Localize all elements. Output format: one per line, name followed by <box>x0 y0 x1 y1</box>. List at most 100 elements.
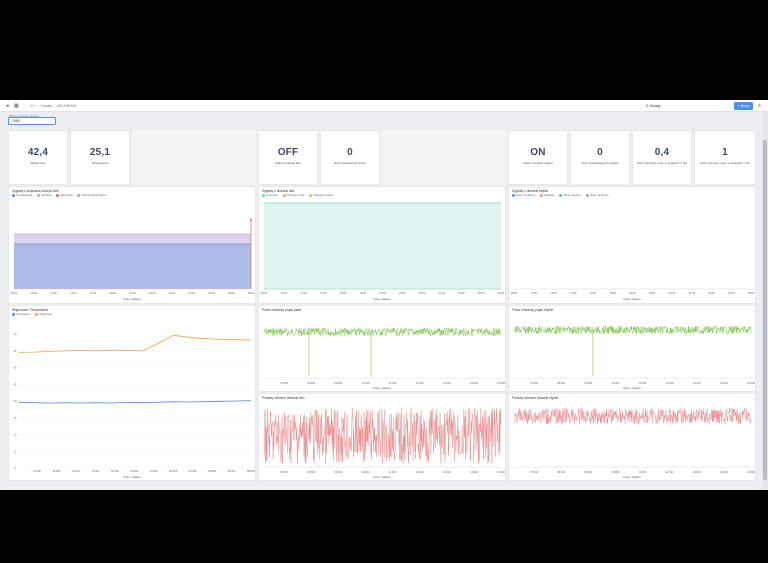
x-tick-label: 07:000 <box>530 381 538 385</box>
y-tick-label: 15 <box>14 416 17 420</box>
stat-humidity: 42,4 Wilgotność <box>8 130 68 185</box>
breadcrumb[interactable]: /// / ... / Zapisy ... ARCHIWUM <box>30 103 76 109</box>
x-tick-label: 15:000 <box>747 470 755 474</box>
x-tick-label: 04:00 <box>458 291 465 295</box>
x-tick-label: 13:000 <box>443 381 451 385</box>
stat-temperature: 25,1 Temperatura <box>70 130 130 185</box>
stat-label: Status drukarki etykiet <box>523 161 553 165</box>
x-tick-label: 08:000 <box>307 470 315 474</box>
x-tick-label: 14:00 <box>70 291 77 295</box>
x-tick-label: 14:000 <box>470 470 478 474</box>
series-line <box>263 327 502 337</box>
y-tick-label: 10 <box>14 433 17 437</box>
x-tick-label: 09:000 <box>334 470 342 474</box>
x-axis-title: Czas, zadaru <box>373 386 391 390</box>
x-tick-label: 02:00 <box>689 291 696 295</box>
x-axis-title: Czas, zadaru <box>623 475 641 479</box>
x-tick-label: 14:000 <box>720 381 728 385</box>
x-tick-label: 16:00 <box>90 291 97 295</box>
y-tick-label: 25 <box>14 382 17 386</box>
x-tick-label: 20:00 <box>129 291 136 295</box>
panel-humidity-temperature: Wilgotność i Temperatura Temperatura Wil… <box>8 305 256 481</box>
x-tick-label: 22:000 <box>150 469 158 473</box>
stat-label: Temperatura <box>91 161 109 165</box>
x-tick-label: 11:000 <box>639 381 647 385</box>
x-tick-label: 16:00 <box>340 291 347 295</box>
stat-value: OFF <box>277 147 299 158</box>
scrollbar-thumb[interactable] <box>763 140 767 480</box>
marker-point <box>250 219 252 221</box>
stat-value: 0,4 <box>654 147 670 158</box>
x-tick-label: 09:000 <box>584 470 592 474</box>
x-tick-label: 04:00 <box>708 291 715 295</box>
chart-ink-collisions: 07:000 08:000 09:000 10:000 11:000 12:000 13:0… <box>263 408 506 474</box>
y-tick-label: 40 <box>14 332 17 336</box>
x-tick-label: 06:00 <box>478 291 485 295</box>
stat-label: Ilość pobranej masy w ostatnich 7 dni <box>700 161 750 165</box>
x-tick-label: 14:000 <box>470 381 478 385</box>
dashboard-grid-icon[interactable]: ▦ <box>14 103 19 109</box>
y-tick-label: 20 <box>14 399 17 403</box>
x-tick-label: 15:000 <box>497 381 505 385</box>
x-tick-label: 14:00 <box>570 291 577 295</box>
x-tick-label: 14:000 <box>720 470 728 474</box>
area-kontrolowanie <box>14 244 251 289</box>
chart-humidity-temperature: 40 35 30 25 20 15 10 5 0 10:000 12:000 14:000 16:000… <box>14 332 256 473</box>
x-tick-label: 04:000 <box>208 469 216 473</box>
back-icon[interactable]: ◂ <box>6 103 9 109</box>
search-input[interactable]: ⚲ Szukaj... <box>646 102 726 110</box>
x-tick-label: 06:00 <box>728 291 735 295</box>
x-tick-label: 08:00 <box>498 291 505 295</box>
x-tick-label: 10:00 <box>531 291 538 295</box>
menu-icon[interactable]: ≡ <box>758 103 761 109</box>
stat-label: Status drukarki farb <box>274 161 301 165</box>
x-tick-label: 07:000 <box>530 470 538 474</box>
x-tick-label: 15:000 <box>497 470 505 474</box>
dashboard: ◂ ▦ /// / ... / Zapisy ... ARCHIWUM ⚲ Sz… <box>0 100 768 490</box>
x-tick-label: 08:000 <box>557 470 565 474</box>
x-axis-title: Czas, zadaru <box>623 386 641 390</box>
panel-ink-collisions: Pomiary zderzeń drukarki farb 07:000 08:0… <box>258 393 506 481</box>
x-tick-label: 10:00 <box>281 291 288 295</box>
chart-label-collisions: 07:000 08:000 09:000 10:000 11:000 12:000 13:0… <box>513 407 756 474</box>
empty-area <box>382 130 506 185</box>
x-tick-label: 22:00 <box>649 291 656 295</box>
stat-mass-week-a: 0,4 Ilość pobranej masy w ostatnich 7 dn… <box>632 130 692 185</box>
x-tick-label: 14:00 <box>320 291 327 295</box>
y-tick-label: 5 <box>14 449 16 453</box>
x-tick-label: 18:000 <box>111 469 119 473</box>
x-tick-label: 10:00 <box>31 291 38 295</box>
x-axis-title: Czas, zadaru <box>123 297 141 301</box>
x-tick-label: 16:000 <box>91 469 99 473</box>
x-tick-label: 15:000 <box>747 381 755 385</box>
x-tick-label: 11:000 <box>389 381 397 385</box>
x-tick-label: 18:00 <box>360 291 367 295</box>
stat-value: 0 <box>347 147 353 158</box>
chart-label-printer-signals: 08:00 10:00 12:00 14:00 16:00 18:00 20:00 22:00… <box>511 288 755 295</box>
chart-ink-sensor-signals: 08:00 10:00 12:00 14:00 16:00 18:00 20:00 22:00… <box>11 219 255 295</box>
y-tick-label: 35 <box>14 349 17 353</box>
x-tick-label: 12:00 <box>300 291 307 295</box>
search-icon: ⚲ <box>646 104 649 108</box>
x-tick-label: 12:000 <box>666 470 674 474</box>
panel-label-current: Pobór chwilowy prądu etykiet 07:000 08:00… <box>508 305 756 392</box>
x-tick-label: 13:000 <box>443 470 451 474</box>
new-button[interactable]: + Nowy <box>734 102 753 110</box>
x-tick-label: 02:000 <box>189 469 197 473</box>
x-tick-label: 08:00 <box>511 291 518 295</box>
stat-label-printer-status: ON Status drukarki etykiet <box>508 130 568 185</box>
y-tick-label: 0 <box>14 466 16 470</box>
x-tick-label: 09:000 <box>334 381 342 385</box>
variable-select[interactable]: 1980 <box>8 117 56 125</box>
stat-label: Ilość pobranej masy w ostatnich 7 dni <box>637 161 687 165</box>
stat-label: Ilość wyłuskanych korku <box>333 161 367 165</box>
panel-label-printer-signals: Sygnały z drukarki etykiet Stany na głow… <box>508 186 756 304</box>
x-tick-label: 02:00 <box>439 291 446 295</box>
x-tick-label: 22:00 <box>399 291 406 295</box>
x-tick-label: 07:000 <box>280 381 288 385</box>
x-tick-label: 20:000 <box>130 469 138 473</box>
x-tick-label: 13:000 <box>693 470 701 474</box>
scrollbar[interactable] <box>762 112 768 490</box>
x-tick-label: 10:000 <box>611 381 619 385</box>
x-axis-title: Czas, zadaru <box>373 475 391 479</box>
